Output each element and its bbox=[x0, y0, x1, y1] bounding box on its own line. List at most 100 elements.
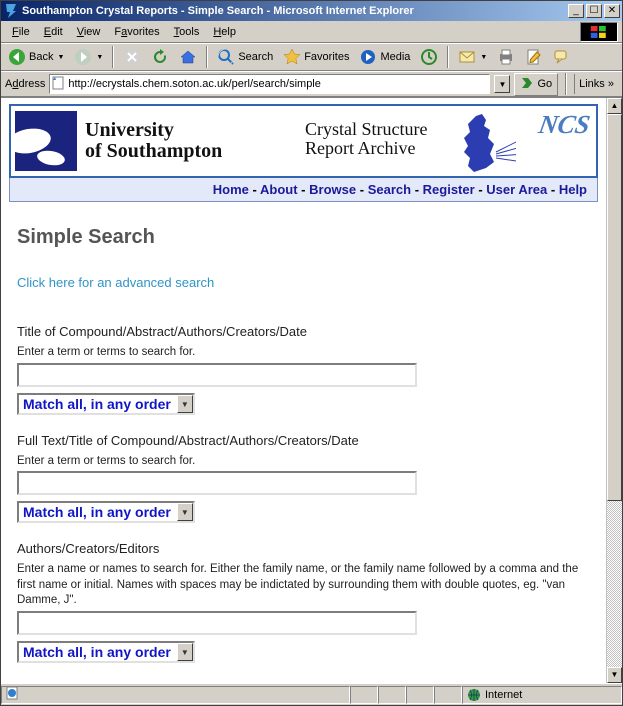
stop-icon bbox=[123, 48, 141, 66]
menu-tools[interactable]: Tools bbox=[167, 24, 207, 40]
field-fulltext-hint: Enter a term or terms to search for. bbox=[17, 454, 590, 470]
status-pane-1 bbox=[350, 686, 378, 704]
nav-browse[interactable]: Browse bbox=[309, 182, 356, 197]
nav-about[interactable]: About bbox=[260, 182, 298, 197]
favorites-label: Favorites bbox=[304, 51, 349, 63]
home-icon bbox=[179, 48, 197, 66]
advanced-search-link[interactable]: Click here for an advanced search bbox=[17, 275, 214, 290]
nav-help[interactable]: Help bbox=[559, 182, 587, 197]
go-icon bbox=[520, 76, 534, 93]
forward-button[interactable]: ▼ bbox=[70, 46, 107, 68]
address-bar: Address ▼ Go Links » bbox=[1, 71, 622, 97]
field-fulltext: Full Text/Title of Compound/Abstract/Aut… bbox=[17, 433, 590, 524]
go-label: Go bbox=[537, 78, 552, 90]
field-authors-label: Authors/Creators/Editors bbox=[17, 541, 590, 556]
nav-register[interactable]: Register bbox=[423, 182, 475, 197]
back-icon bbox=[8, 48, 26, 66]
edit-icon bbox=[525, 48, 543, 66]
media-label: Media bbox=[380, 51, 410, 63]
back-label: Back bbox=[29, 51, 53, 63]
mail-dropdown-icon[interactable]: ▼ bbox=[480, 54, 487, 61]
viewport: University of Southampton Crystal Struct… bbox=[1, 97, 622, 683]
refresh-button[interactable] bbox=[147, 46, 173, 68]
address-input[interactable] bbox=[66, 78, 487, 90]
forward-icon bbox=[74, 48, 92, 66]
edit-page-button[interactable] bbox=[521, 46, 547, 68]
close-button[interactable]: ✕ bbox=[604, 4, 620, 18]
chevron-down-icon: ▼ bbox=[177, 395, 193, 413]
menu-view[interactable]: View bbox=[70, 24, 108, 40]
ie-page-icon bbox=[6, 686, 20, 703]
address-dropdown-icon[interactable]: ▼ bbox=[494, 75, 510, 93]
nav-userarea[interactable]: User Area bbox=[486, 182, 547, 197]
favorites-button[interactable]: Favorites bbox=[279, 46, 353, 68]
media-icon bbox=[359, 48, 377, 66]
status-pane-4 bbox=[434, 686, 462, 704]
vertical-scrollbar[interactable]: ▲ ▼ bbox=[606, 98, 622, 683]
media-button[interactable]: Media bbox=[355, 46, 414, 68]
back-button[interactable]: Back ▼ bbox=[4, 46, 68, 68]
history-icon bbox=[420, 48, 438, 66]
statusbar: Internet bbox=[1, 683, 622, 705]
mail-icon bbox=[458, 48, 476, 66]
maximize-button[interactable]: ☐ bbox=[586, 4, 602, 18]
forward-dropdown-icon[interactable]: ▼ bbox=[96, 54, 103, 61]
menubar: File Edit View Favorites Tools Help bbox=[1, 21, 622, 43]
field-fulltext-input[interactable] bbox=[17, 471, 417, 495]
print-icon bbox=[497, 48, 515, 66]
field-fulltext-match-select[interactable]: Match all, in any order ▼ bbox=[17, 501, 195, 523]
discuss-button[interactable] bbox=[549, 46, 575, 68]
address-input-wrap bbox=[49, 74, 490, 94]
security-zone: Internet bbox=[462, 686, 622, 704]
field-authors-hint: Enter a name or names to search for. Eit… bbox=[17, 562, 590, 609]
field-title-match-select[interactable]: Match all, in any order ▼ bbox=[17, 393, 195, 415]
nav-search[interactable]: Search bbox=[368, 182, 411, 197]
refresh-icon bbox=[151, 48, 169, 66]
field-title-hint: Enter a term or terms to search for. bbox=[17, 345, 590, 361]
field-authors: Authors/Creators/Editors Enter a name or… bbox=[17, 541, 590, 663]
scroll-up-button[interactable]: ▲ bbox=[607, 98, 622, 114]
field-authors-match-select[interactable]: Match all, in any order ▼ bbox=[17, 641, 195, 663]
ie-app-icon bbox=[3, 3, 19, 19]
stop-button[interactable] bbox=[119, 46, 145, 68]
scroll-thumb[interactable] bbox=[607, 114, 622, 501]
page-heading: Simple Search bbox=[17, 226, 590, 249]
chevron-down-icon: ▼ bbox=[177, 643, 193, 661]
field-authors-input[interactable] bbox=[17, 611, 417, 635]
field-title-input[interactable] bbox=[17, 363, 417, 387]
caption-buttons: _ ☐ ✕ bbox=[568, 4, 620, 18]
links-label[interactable]: Links » bbox=[574, 74, 618, 94]
university-name: University of Southampton bbox=[85, 120, 222, 162]
site-nav: Home - About - Browse - Search - Registe… bbox=[9, 178, 598, 202]
status-pane-3 bbox=[406, 686, 434, 704]
home-button[interactable] bbox=[175, 46, 201, 68]
favorites-icon bbox=[283, 48, 301, 66]
throbber-icon bbox=[580, 22, 618, 42]
search-button[interactable]: Search bbox=[213, 46, 277, 68]
dolphin-logo-icon bbox=[15, 111, 77, 171]
go-button[interactable]: Go bbox=[514, 73, 558, 96]
ncs-logo: NCS bbox=[537, 110, 593, 140]
field-fulltext-label: Full Text/Title of Compound/Abstract/Aut… bbox=[17, 433, 590, 448]
chevron-down-icon: ▼ bbox=[177, 503, 193, 521]
discuss-icon bbox=[553, 48, 571, 66]
search-icon bbox=[217, 48, 235, 66]
print-button[interactable] bbox=[493, 46, 519, 68]
menu-favorites[interactable]: Favorites bbox=[107, 24, 166, 40]
back-dropdown-icon[interactable]: ▼ bbox=[57, 54, 64, 61]
toolbar: Back ▼ ▼ bbox=[1, 43, 622, 71]
search-form: Simple Search Click here for an advanced… bbox=[9, 202, 598, 663]
history-button[interactable] bbox=[416, 46, 442, 68]
status-main bbox=[1, 686, 350, 704]
nav-home[interactable]: Home bbox=[213, 182, 249, 197]
field-title: Title of Compound/Abstract/Authors/Creat… bbox=[17, 324, 590, 415]
scroll-track[interactable] bbox=[607, 114, 622, 667]
menu-help[interactable]: Help bbox=[206, 24, 243, 40]
menu-file[interactable]: File bbox=[5, 24, 37, 40]
menu-edit[interactable]: Edit bbox=[37, 24, 70, 40]
mail-button[interactable]: ▼ bbox=[454, 46, 491, 68]
minimize-button[interactable]: _ bbox=[568, 4, 584, 18]
scroll-down-button[interactable]: ▼ bbox=[607, 667, 622, 683]
links-chevron-icon: » bbox=[608, 78, 614, 90]
page-icon bbox=[52, 76, 66, 93]
